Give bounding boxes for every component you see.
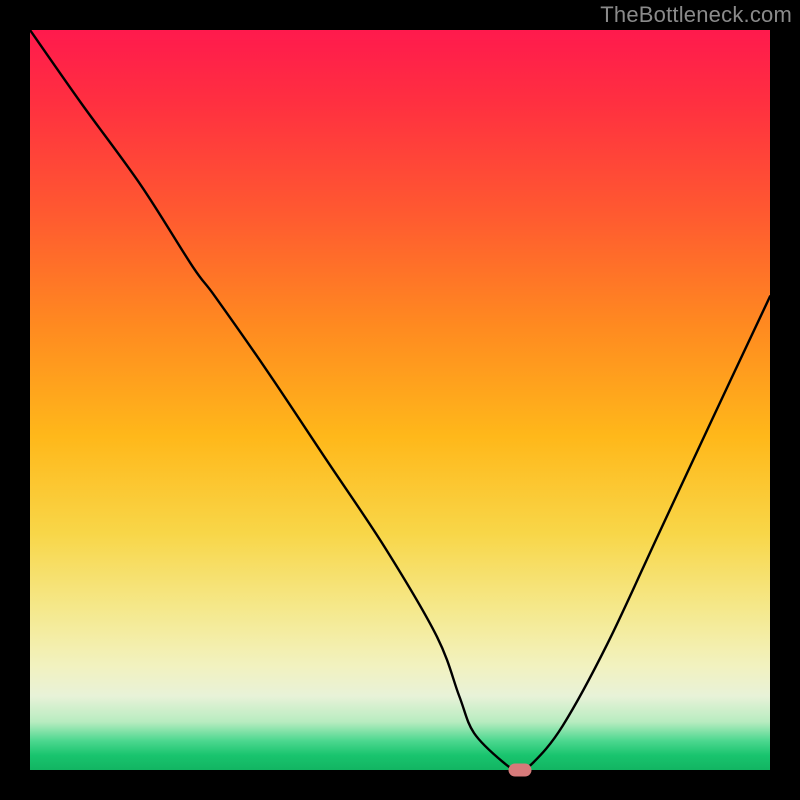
chart-frame: TheBottleneck.com xyxy=(0,0,800,800)
plot-area xyxy=(30,30,770,770)
optimal-marker xyxy=(508,764,531,777)
bottleneck-curve xyxy=(30,30,770,770)
watermark-text: TheBottleneck.com xyxy=(600,2,792,28)
